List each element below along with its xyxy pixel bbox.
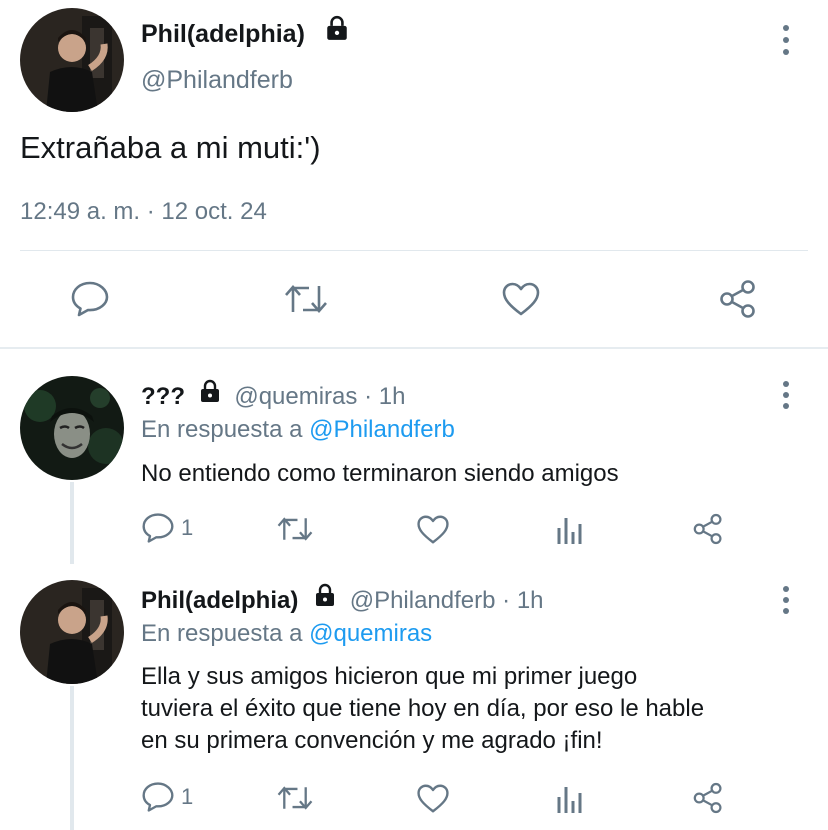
share-icon [693,782,722,814]
reply-time: · 1h [502,587,544,614]
reply-context-label: En respuesta a [141,416,303,443]
retweet-icon [285,285,327,313]
like-button[interactable] [501,281,541,317]
like-button[interactable] [416,514,450,545]
more-options-icon[interactable] [776,25,796,55]
divider [20,250,808,251]
like-icon [502,282,540,316]
retweet-icon [277,517,313,541]
like-button[interactable] [416,783,450,814]
reply-count: 1 [181,515,194,540]
reply-text: No entiendo como terminaron siendo amigo… [141,458,619,490]
reply-text-line: en su primera convención y me agrado ¡fi… [141,727,603,754]
reply-avatar[interactable] [20,376,124,480]
analytics-icon [557,518,582,544]
reply-handle[interactable]: @quemiras [234,383,357,410]
reply-icon [71,281,109,317]
reply-to-link[interactable]: @quemiras [309,620,432,647]
avatar-photo [20,376,124,480]
lock-icon [324,15,350,49]
reply-button[interactable]: 1 [141,781,193,813]
reply-to-link[interactable]: @Philandferb [309,416,455,443]
analytics-button[interactable] [556,783,584,813]
reply-text-line: Ella y sus amigos hicieron que mi primer… [141,663,638,690]
share-icon [693,513,722,545]
author-avatar[interactable] [20,8,124,112]
reply-icon [142,782,174,812]
thread-line [70,482,74,564]
more-options-icon[interactable] [776,586,796,616]
analytics-button[interactable] [556,514,584,544]
avatar-photo [20,580,124,684]
share-button[interactable] [692,782,724,814]
reply-display-name[interactable]: ??? [141,383,185,410]
tweet-timestamp[interactable]: 12:49 a. m. · 12 oct. 24 [20,196,267,228]
lock-icon [313,583,337,615]
author-handle[interactable]: @Philandferb [141,64,293,96]
retweet-button[interactable] [276,784,314,812]
thread-line [70,686,74,830]
lock-icon [198,379,222,411]
like-icon [417,784,449,813]
reply-text: Ella y sus amigos hicieron que mi primer… [141,661,704,757]
reply-handle[interactable]: @Philandferb [350,587,496,614]
reply-button[interactable] [70,280,110,318]
section-divider [0,347,828,349]
retweet-button[interactable] [283,282,329,316]
share-icon [720,280,755,318]
reply-button[interactable]: 1 [141,512,193,544]
reply-icon [142,513,174,543]
avatar-photo [20,8,124,112]
retweet-icon [277,786,313,810]
reply-display-name[interactable]: Phil(adelphia) [141,587,298,614]
reply-avatar[interactable] [20,580,124,684]
share-button[interactable] [718,279,758,319]
tweet-text: Extrañaba a mi muti:') [20,130,321,165]
reply-count: 1 [181,784,194,809]
like-icon [417,515,449,544]
retweet-button[interactable] [276,515,314,543]
reply-text-line: tuviera el éxito que tiene hoy en día, p… [141,695,705,722]
reply-context-label: En respuesta a [141,620,303,647]
reply-text-line: No entiendo como terminaron siendo amigo… [141,460,619,487]
more-options-icon[interactable] [776,381,796,411]
reply-time: · 1h [364,383,406,410]
share-button[interactable] [692,513,724,545]
analytics-icon [557,787,582,813]
author-display-name[interactable]: Phil(adelphia) [141,20,305,48]
